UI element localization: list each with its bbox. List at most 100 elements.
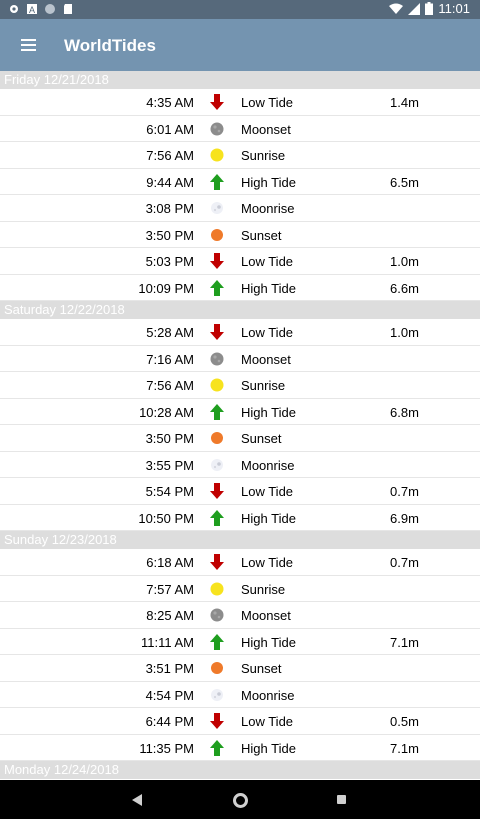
event-time: 7:56 AM (146, 378, 194, 393)
moonrise-icon (208, 456, 226, 474)
menu-icon (21, 39, 36, 41)
tide-height: 6.6m (390, 280, 419, 296)
event-time: 4:35 AM (146, 95, 194, 110)
tide-height: 6.8m (390, 404, 419, 420)
tide-height: 6.5m (390, 174, 419, 190)
event-time: 10:09 PM (138, 280, 194, 296)
moonrise-icon (208, 686, 226, 704)
event-label: Moonrise (241, 457, 295, 473)
event-row[interactable]: 6:44 PM Low Tide 0.5m (0, 708, 480, 735)
event-row[interactable]: 7:57 AM Sunrise (0, 576, 480, 602)
tide-low-arrow-icon (208, 93, 226, 111)
wifi-icon (389, 3, 404, 14)
event-time: 5:28 AM (146, 325, 194, 340)
tide-low-arrow-icon (208, 712, 226, 730)
tide-height: 0.7m (390, 484, 419, 499)
app-a-icon: A (27, 4, 37, 15)
sunset-icon (208, 226, 226, 244)
event-time: 11:11 AM (141, 634, 194, 650)
event-label: Sunset (241, 227, 282, 243)
event-time: 10:28 AM (139, 404, 194, 420)
event-row[interactable]: 6:01 AM Moonset (0, 116, 480, 142)
event-row[interactable]: 3:51 PM Sunset (0, 655, 480, 682)
event-label: Moonset (241, 608, 291, 623)
event-row[interactable]: 5:28 AM Low Tide 1.0m (0, 319, 480, 346)
event-time: 3:50 PM (145, 431, 194, 446)
event-row[interactable]: 3:50 PM Sunset (0, 222, 480, 248)
sunset-icon (208, 659, 226, 677)
event-label: High Tide (241, 740, 296, 756)
signal-icon (408, 2, 421, 15)
tide-height: 1.0m (390, 254, 419, 269)
svg-text:A: A (29, 5, 35, 15)
tide-height: 1.4m (390, 95, 419, 110)
event-row[interactable]: 7:56 AM Sunrise (0, 142, 480, 169)
tide-high-arrow-icon (208, 633, 226, 651)
event-time: 3:55 PM (145, 457, 194, 473)
nav-back-button[interactable] (132, 794, 142, 806)
event-label: Moonrise (241, 201, 295, 216)
event-label: High Tide (241, 280, 296, 296)
nav-recents-button[interactable] (337, 795, 346, 804)
event-label: Low Tide (241, 254, 294, 269)
event-row[interactable]: 3:50 PM Sunset (0, 425, 480, 452)
event-label: Low Tide (241, 95, 294, 110)
event-row[interactable]: 10:28 AM High Tide 6.8m (0, 399, 480, 425)
event-row[interactable]: 8:25 AM Moonset (0, 602, 480, 629)
event-row[interactable]: 11:11 AM High Tide 7.1m (0, 629, 480, 655)
sunrise-icon (208, 376, 226, 394)
event-time: 6:18 AM (146, 555, 194, 570)
sunrise-icon (208, 580, 226, 598)
event-time: 6:01 AM (146, 121, 194, 137)
event-row[interactable]: 3:55 PM Moonrise (0, 452, 480, 478)
tide-low-arrow-icon (208, 553, 226, 571)
event-row[interactable]: 7:16 AM Moonset (0, 346, 480, 372)
event-time: 4:54 PM (145, 687, 194, 703)
moonset-icon (208, 120, 226, 138)
event-row[interactable]: 5:54 PM Low Tide 0.7m (0, 478, 480, 505)
circle-app-icon (45, 4, 55, 14)
app-title: WorldTides (64, 36, 156, 55)
event-time: 3:51 PM (145, 661, 194, 676)
event-row[interactable]: 6:18 AM Low Tide 0.7m (0, 549, 480, 576)
event-row[interactable]: 3:08 PM Moonrise (0, 195, 480, 222)
event-label: Low Tide (241, 555, 294, 570)
menu-button[interactable] (14, 31, 42, 59)
navigation-bar (0, 780, 480, 819)
event-label: Moonrise (241, 687, 295, 703)
event-time: 11:35 PM (139, 740, 194, 756)
event-label: Moonset (241, 351, 291, 367)
day-header: Saturday 12/22/2018 (0, 301, 480, 319)
event-label: Sunrise (241, 378, 286, 393)
status-bar: A 11:01 (0, 0, 480, 19)
event-row[interactable]: 10:50 PM High Tide 6.9m (0, 505, 480, 531)
tide-high-arrow-icon (208, 403, 226, 421)
event-label: Low Tide (241, 325, 294, 340)
tide-events-list[interactable]: Friday 12/21/2018 4:35 AM Low Tide 1.4m 6:01… (0, 71, 480, 780)
tide-high-arrow-icon (208, 509, 226, 527)
event-label: Sunset (241, 431, 282, 446)
event-row[interactable]: 10:09 PM High Tide 6.6m (0, 275, 480, 301)
nav-home-button[interactable] (233, 793, 248, 808)
event-row[interactable]: 7:56 AM Sunrise (0, 372, 480, 399)
event-time: 3:50 PM (145, 227, 194, 243)
event-label: High Tide (241, 510, 296, 526)
menu-icon-line (21, 49, 36, 51)
event-label: Sunrise (241, 581, 286, 597)
gear-icon (10, 5, 18, 13)
moonset-icon (208, 606, 226, 624)
event-row[interactable]: 4:35 AM Low Tide 1.4m (0, 89, 480, 116)
tide-high-arrow-icon (208, 173, 226, 191)
tide-high-arrow-icon (208, 279, 226, 297)
event-label: Sunset (241, 661, 282, 676)
tide-low-arrow-icon (208, 323, 226, 341)
event-row[interactable]: 5:03 PM Low Tide 1.0m (0, 248, 480, 275)
event-row[interactable]: 9:44 AM High Tide 6.5m (0, 169, 480, 195)
event-row[interactable]: 4:54 PM Moonrise (0, 682, 480, 708)
day-header: Friday 12/21/2018 (0, 71, 480, 89)
event-label: High Tide (241, 174, 296, 190)
event-row[interactable]: 11:35 PM High Tide 7.1m (0, 735, 480, 761)
moonrise-icon (208, 199, 226, 217)
app-bar: WorldTides (0, 19, 480, 71)
sd-card-icon (64, 4, 72, 14)
